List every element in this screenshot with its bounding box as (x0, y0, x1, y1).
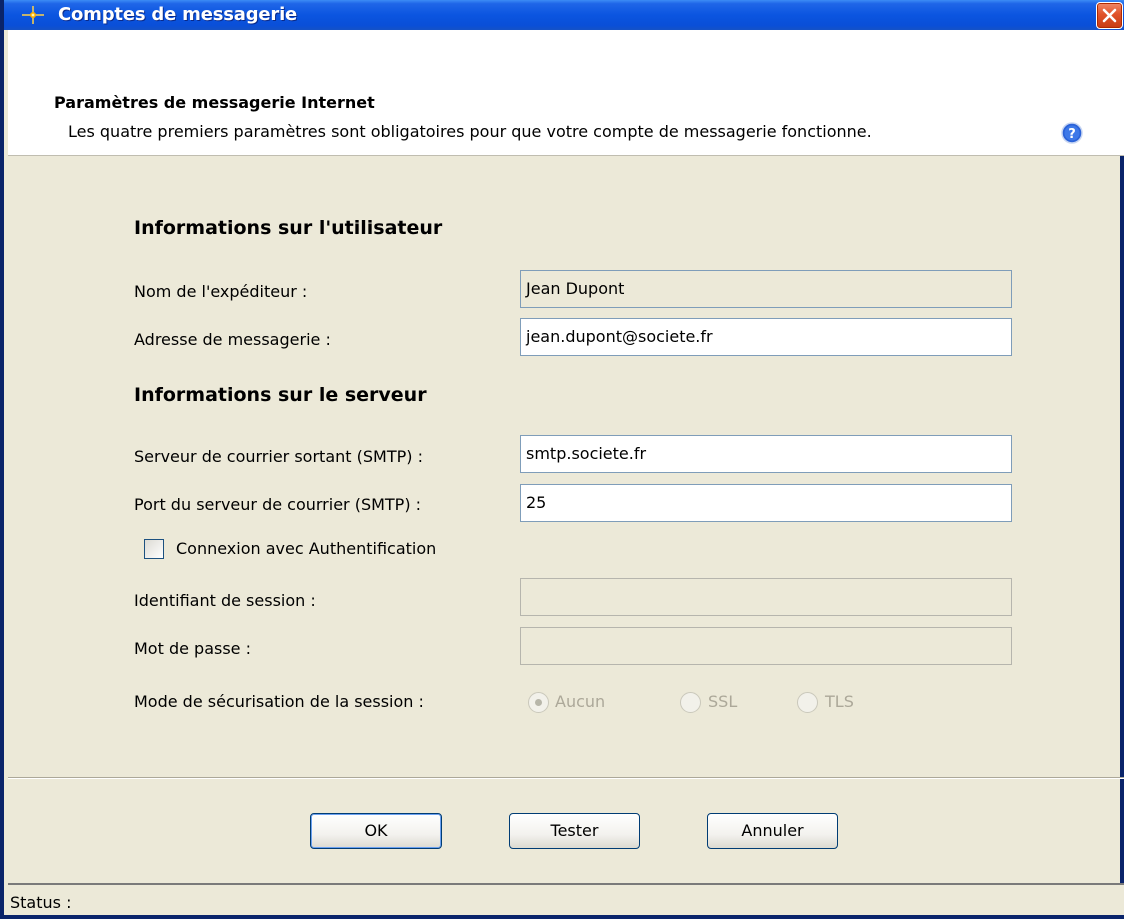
help-icon[interactable]: ? (1061, 122, 1083, 144)
radio-aucun[interactable] (528, 692, 549, 713)
header-title-text: Paramètres de messagerie Internet (54, 93, 375, 112)
login-label: Identifiant de session : (134, 591, 316, 610)
port-label: Port du serveur de courrier (SMTP) : (134, 495, 422, 514)
test-button[interactable]: Tester (509, 813, 640, 849)
ok-button[interactable]: OK (310, 813, 442, 849)
radio-tls[interactable] (797, 692, 818, 713)
status-label: Status : (10, 893, 72, 912)
auth-label[interactable]: Connexion avec Authentification (176, 539, 436, 558)
cancel-button[interactable]: Annuler (707, 813, 838, 849)
window-title: Comptes de messagerie (58, 4, 298, 25)
header-subtitle: Les quatre premiers paramètres sont obli… (68, 122, 872, 141)
radio-tls-label[interactable]: TLS (825, 692, 854, 711)
server-section-title: Informations sur le serveur (134, 384, 427, 406)
radio-ssl[interactable] (680, 692, 701, 713)
sender-label: Nom de l'expéditeur : (134, 282, 308, 301)
close-icon (1102, 8, 1117, 23)
login-field[interactable] (520, 578, 1012, 616)
svg-text:?: ? (1068, 127, 1076, 142)
port-field[interactable]: 25 (520, 484, 1012, 522)
smtp-label: Serveur de courrier sortant (SMTP) : (134, 447, 423, 466)
email-field[interactable]: jean.dupont@societe.fr (520, 318, 1012, 356)
security-label: Mode de sécurisation de la session : (134, 692, 424, 711)
user-section-title: Informations sur l'utilisateur (134, 217, 443, 239)
radio-aucun-label[interactable]: Aucun (555, 692, 605, 711)
app-star-icon (22, 6, 44, 24)
sender-field[interactable]: Jean Dupont (520, 270, 1012, 308)
email-label: Adresse de messagerie : (134, 330, 331, 349)
divider (8, 777, 1124, 779)
close-button[interactable] (1096, 2, 1123, 29)
password-label: Mot de passe : (134, 639, 251, 658)
dialog-window: Comptes de messagerie Paramètres de mess… (0, 0, 1124, 919)
password-field[interactable] (520, 627, 1012, 665)
radio-ssl-label[interactable]: SSL (708, 692, 737, 711)
smtp-field[interactable]: smtp.societe.fr (520, 435, 1012, 473)
auth-checkbox[interactable] (144, 539, 164, 559)
title-bar[interactable]: Comptes de messagerie (4, 0, 1124, 30)
radio-selected-dot (535, 699, 542, 706)
status-bar: Status : (8, 883, 1124, 915)
